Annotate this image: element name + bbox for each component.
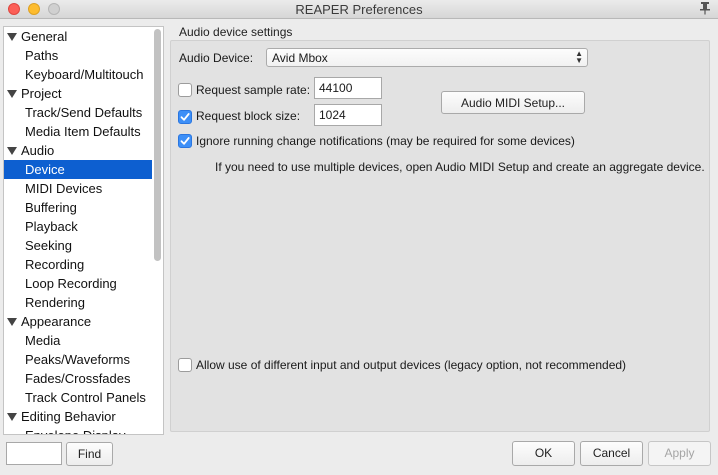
tree-item-label: Track Control Panels <box>25 390 146 405</box>
audio-midi-setup-button[interactable]: Audio MIDI Setup... <box>441 91 585 114</box>
apply-button[interactable]: Apply <box>648 441 711 466</box>
tree-item-label: General <box>21 29 68 44</box>
tree-cat-audio[interactable]: Audio <box>4 141 152 160</box>
block-size-label: Request block size: <box>196 109 301 123</box>
tree-item-label: Fades/Crossfades <box>25 371 131 386</box>
tree-item-buffering[interactable]: Buffering <box>4 198 152 217</box>
tree-item-label: Keyboard/Multitouch <box>25 67 144 82</box>
sample-rate-field[interactable]: 44100 <box>314 77 382 99</box>
tree-item-fades-crossfades[interactable]: Fades/Crossfades <box>4 369 152 388</box>
audio-device-label: Audio Device: <box>179 51 254 65</box>
tree-item-label: Media Item Defaults <box>25 124 141 139</box>
tree-cat-general[interactable]: General <box>4 27 152 46</box>
tree-item-label: Peaks/Waveforms <box>25 352 130 367</box>
block-size-field[interactable]: 1024 <box>314 104 382 126</box>
tree-item-keyboard-multitouch[interactable]: Keyboard/Multitouch <box>4 65 152 84</box>
tree-item-label: Appearance <box>21 314 92 329</box>
tree-list: General Paths Keyboard/Multitouch Project Tr… <box>4 27 152 434</box>
title-bar: REAPER Preferences <box>0 0 718 19</box>
tree-item-track-control-panels[interactable]: Track Control Panels <box>4 388 152 407</box>
disclosure-triangle-icon[interactable] <box>7 317 17 326</box>
tree-item-label: Playback <box>25 219 78 234</box>
tree-item-label: Recording <box>25 257 85 272</box>
ignore-notifications-label: Ignore running change notifications (may… <box>196 134 575 148</box>
tree-cat-appearance[interactable]: Appearance <box>4 312 152 331</box>
legacy-devices-label: Allow use of different input and output … <box>196 358 627 372</box>
disclosure-triangle-icon[interactable] <box>7 412 17 421</box>
tree-cat-editing-behavior[interactable]: Editing Behavior <box>4 407 152 426</box>
tree-item-rendering[interactable]: Rendering <box>4 293 152 312</box>
tree-item-loop-recording[interactable]: Loop Recording <box>4 274 152 293</box>
search-input[interactable] <box>6 442 62 465</box>
ignore-notifications-checkbox[interactable] <box>178 134 192 148</box>
tree-item-label: Loop Recording <box>25 276 117 291</box>
legacy-devices-checkbox[interactable] <box>178 358 192 372</box>
sample-rate-checkbox[interactable] <box>178 83 192 97</box>
window-title: REAPER Preferences <box>295 2 423 17</box>
cancel-button[interactable]: Cancel <box>580 441 643 466</box>
tree-item-device[interactable]: Device <box>4 160 152 179</box>
tree-item-paths[interactable]: Paths <box>4 46 152 65</box>
tree-item-label: Editing Behavior <box>21 409 116 424</box>
tree-item-seeking[interactable]: Seeking <box>4 236 152 255</box>
disclosure-triangle-icon[interactable] <box>7 89 17 98</box>
block-size-checkbox[interactable] <box>178 110 192 124</box>
audio-device-select[interactable]: Avid Mbox ▲ ▼ <box>266 48 588 67</box>
tree-cat-project[interactable]: Project <box>4 84 152 103</box>
select-arrows-icon: ▲ ▼ <box>575 49 583 65</box>
tree-item-track-send-defaults[interactable]: Track/Send Defaults <box>4 103 152 122</box>
tree-item-label: Rendering <box>25 295 85 310</box>
tree-item-peaks-waveforms[interactable]: Peaks/Waveforms <box>4 350 152 369</box>
disclosure-triangle-icon[interactable] <box>7 32 17 41</box>
tree-item-media[interactable]: Media <box>4 331 152 350</box>
tree-item-playback[interactable]: Playback <box>4 217 152 236</box>
disclosure-triangle-icon[interactable] <box>7 146 17 155</box>
aggregate-device-info: If you need to use multiple devices, ope… <box>215 160 705 174</box>
sample-rate-label: Request sample rate: <box>196 83 311 97</box>
tree-item-envelope-display[interactable]: Envelope Display <box>4 426 152 434</box>
tree-item-label: MIDI Devices <box>25 181 103 196</box>
tree-item-recording[interactable]: Recording <box>4 255 152 274</box>
tree-item-label: Media <box>25 333 61 348</box>
tree-item-label: Seeking <box>25 238 72 253</box>
pin-icon[interactable] <box>698 1 712 17</box>
tree-scrollbar[interactable] <box>154 29 161 261</box>
checkmark-icon <box>180 137 190 145</box>
tree-item-midi-devices[interactable]: MIDI Devices <box>4 179 152 198</box>
section-title: Audio device settings <box>179 25 293 39</box>
tree-item-media-item-defaults[interactable]: Media Item Defaults <box>4 122 152 141</box>
tree-item-label: Envelope Display <box>25 428 125 434</box>
tree-item-label: Buffering <box>25 200 77 215</box>
tree-item-label: Project <box>21 86 62 101</box>
preferences-tree[interactable]: General Paths Keyboard/Multitouch Project Tr… <box>3 26 164 435</box>
settings-panel <box>170 40 710 432</box>
checkmark-icon <box>180 113 190 121</box>
find-button[interactable]: Find <box>66 442 113 466</box>
tree-item-label: Track/Send Defaults <box>25 105 143 120</box>
ok-button[interactable]: OK <box>512 441 575 466</box>
tree-item-label: Audio <box>21 143 55 158</box>
tree-item-label: Paths <box>25 48 59 63</box>
audio-device-value: Avid Mbox <box>272 51 328 65</box>
tree-item-label: Device <box>25 162 65 177</box>
